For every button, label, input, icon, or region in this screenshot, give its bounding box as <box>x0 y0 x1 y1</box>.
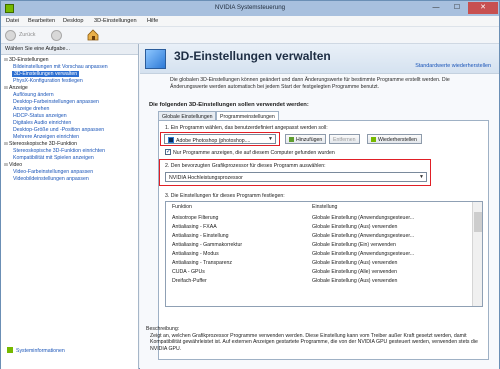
program-settings-panel: 1. Ein Programm wählen, das benutzerdefi… <box>158 120 489 360</box>
settings-table: Funktion Einstellung Anisotrope Filterun… <box>165 201 483 307</box>
tree-item-video-farbe[interactable]: Video-Farbeinstellungen anpassen <box>13 169 93 175</box>
tree-item-hdcp[interactable]: HDCP-Status anzeigen <box>13 113 67 119</box>
restore-program-button[interactable]: Wiederherstellen <box>367 134 422 144</box>
tree-item-aufloesung[interactable]: Auflösung ändern <box>13 92 54 98</box>
menu-bar: Datei Bearbeiten Desktop 3D-Einstellunge… <box>1 16 499 27</box>
menu-desktop[interactable]: Desktop <box>63 18 84 24</box>
description-label: Beschreibung: <box>146 326 180 332</box>
page-header: 3D-Einstellungen verwalten Standardwerte… <box>140 44 499 74</box>
3d-settings-icon <box>145 49 166 69</box>
section-title: Die folgenden 3D-Einstellungen sollen ve… <box>149 102 309 108</box>
page-title: 3D-Einstellungen verwalten <box>174 49 331 63</box>
column-header-setting[interactable]: Einstellung <box>312 204 337 210</box>
add-program-button[interactable]: Hinzufügen <box>285 134 327 144</box>
table-scrollbar[interactable] <box>472 202 482 306</box>
home-icon[interactable] <box>86 28 100 42</box>
step1-label: 1. Ein Programm wählen, das benutzerdefi… <box>165 125 328 131</box>
task-panel-header: Wählen Sie eine Aufgabe... <box>1 44 138 55</box>
table-row[interactable]: Dreifach-Puffer Globale Einstellung (Aus)… <box>166 277 470 286</box>
scrollbar-thumb[interactable] <box>474 212 482 232</box>
menu-3d-einstellungen[interactable]: 3D-Einstellungen <box>94 18 137 24</box>
remove-program-button[interactable]: Entfernen <box>329 134 360 144</box>
only-found-programs-checkbox[interactable]: Nur Programme anzeigen, die auf diesem C… <box>165 148 335 156</box>
system-info-link[interactable]: Systeminformationen <box>7 347 65 354</box>
back-button-label[interactable]: Zurück <box>19 32 35 38</box>
tree-item-desktop-groesse[interactable]: Desktop-Größe und -Position anpassen <box>13 127 104 133</box>
tree-item-physx[interactable]: PhysX-Konfiguration festlegen <box>13 78 83 84</box>
maximize-button[interactable]: ☐ <box>447 2 467 14</box>
add-icon <box>289 137 294 142</box>
task-panel: Wählen Sie eine Aufgabe... ⊟3D-Einstellu… <box>1 44 139 369</box>
tree-item-kompatibilitaet[interactable]: Kompatibilität mit Spielen anzeigen <box>13 155 94 161</box>
back-arrow-icon[interactable] <box>5 30 16 41</box>
tree-category-3d[interactable]: ⊟3D-Einstellungen <box>4 57 49 63</box>
nvidia-icon <box>371 137 376 142</box>
title-bar: NVIDIA Systemsteuerung — ☐ ✕ <box>1 1 499 16</box>
table-row[interactable]: Antialiasing - Einstellung Globale Einste… <box>166 232 470 241</box>
table-row[interactable]: Antialiasing - FXAA Globale Einstellung (… <box>166 223 470 232</box>
table-row[interactable]: Anisotrope Filterung Globale Einstellung … <box>166 214 470 223</box>
forward-arrow-icon[interactable] <box>51 30 62 41</box>
program-select[interactable]: Adobe Photoshop (photoshop.... ▼ <box>164 134 276 144</box>
intro-text: Die globalen 3D-Einstellungen können geä… <box>170 77 450 90</box>
tree-item-digitales-audio[interactable]: Digitales Audio einrichten <box>13 120 71 126</box>
tree-category-anzeige[interactable]: ⊟Anzeige <box>4 85 28 91</box>
menu-bearbeiten[interactable]: Bearbeiten <box>28 18 55 24</box>
toolbar: Zurück <box>1 27 499 44</box>
step3-label: 3. Die Einstellungen für dieses Programm… <box>165 193 285 199</box>
gpu-select[interactable]: NVIDIA Hochleistungsprozessor ▼ <box>165 172 427 182</box>
window-title: NVIDIA Systemsteuerung <box>214 4 286 11</box>
tree-category-stereo[interactable]: ⊟Stereoskopische 3D-Funktion <box>4 141 77 147</box>
checkbox-checked-icon[interactable] <box>165 148 171 155</box>
menu-hilfe[interactable]: Hilfe <box>147 18 158 24</box>
table-row[interactable]: CUDA - GPUs Globale Einstellung (Alle) ve… <box>166 268 470 277</box>
chevron-down-icon: ▼ <box>419 174 424 180</box>
tree-item-bildeinstellungen[interactable]: Bildeinstellungen mit Vorschau anpassen <box>13 64 108 70</box>
description-area: Beschreibung: Zeigt an, welchen Grafikpr… <box>146 326 492 352</box>
tree-item-mehrere-anzeigen[interactable]: Mehrere Anzeigen einrichten <box>13 134 79 140</box>
table-row[interactable]: Antialiasing - Modus Globale Einstellung … <box>166 250 470 259</box>
table-header: Funktion Einstellung <box>166 202 482 211</box>
tree-category-video[interactable]: ⊟Video <box>4 162 22 168</box>
tree-item-videobild[interactable]: Videobildeinstellungen anpassen <box>13 176 89 182</box>
table-row[interactable]: Antialiasing - Gammakorrektur Globale Ein… <box>166 241 470 250</box>
menu-datei[interactable]: Datei <box>6 18 19 24</box>
tree-item-stereo-einrichten[interactable]: Stereoskopische 3D-Funktion einrichten <box>13 148 105 154</box>
photoshop-icon <box>168 137 174 143</box>
tree-item-3d-verwalten[interactable]: 3D-Einstellungen verwalten <box>12 71 80 77</box>
tree-item-desktop-farbe[interactable]: Desktop-Farbeinstellungen anpassen <box>13 99 99 105</box>
close-button[interactable]: ✕ <box>468 2 498 14</box>
app-window: NVIDIA Systemsteuerung — ☐ ✕ Datei Bearb… <box>0 0 500 369</box>
minimize-button[interactable]: — <box>426 2 446 14</box>
tree-item-anzeige-drehen[interactable]: Anzeige drehen <box>13 106 49 112</box>
chevron-down-icon: ▼ <box>268 136 273 142</box>
main-panel: 3D-Einstellungen verwalten Standardwerte… <box>140 44 499 369</box>
system-info-icon <box>7 347 13 353</box>
table-row[interactable]: Antialiasing - Transparenz Globale Einste… <box>166 259 470 268</box>
column-header-function[interactable]: Funktion <box>172 204 192 210</box>
step2-label: 2. Den bevorzugten Grafikprozessor für d… <box>165 163 326 169</box>
restore-defaults-link[interactable]: Standardwerte wiederherstellen <box>415 63 491 69</box>
description-text: Zeigt an, welchen Grafikprozessor Progra… <box>150 332 478 352</box>
